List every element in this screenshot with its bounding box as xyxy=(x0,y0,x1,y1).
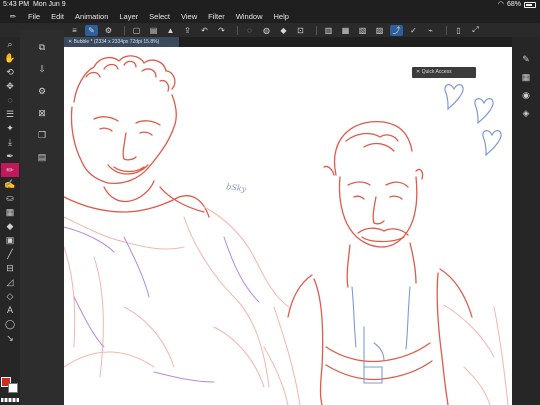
undo-icon[interactable]: ↶ xyxy=(198,25,211,36)
decoration-icon[interactable]: ▦ xyxy=(1,205,19,219)
open-file-icon[interactable]: ▤ xyxy=(147,25,160,36)
settings-icon[interactable]: ⚙ xyxy=(102,25,115,36)
brush-size-icon[interactable]: ✎ xyxy=(513,51,539,67)
text-icon[interactable]: A xyxy=(1,303,19,317)
settings-icon[interactable]: ⚙ xyxy=(28,82,56,100)
frame-icon[interactable]: ◿ xyxy=(1,275,19,289)
fill-icon[interactable]: ◆ xyxy=(277,25,290,36)
layers-icon[interactable]: ⧉ xyxy=(28,38,56,56)
transform-icon[interactable]: ⊡ xyxy=(294,25,307,36)
snap-ruler-icon[interactable]: ▥ xyxy=(322,25,335,36)
save-icon[interactable]: ▲ xyxy=(164,25,177,36)
snap-grid-icon[interactable]: ▦ xyxy=(339,25,352,36)
sketch-artwork: bSky xyxy=(64,55,509,405)
ruler-icon[interactable]: ◇ xyxy=(1,289,19,303)
close-icon[interactable]: ✕ xyxy=(416,69,420,75)
close-icon[interactable]: ✕ xyxy=(68,39,72,45)
quick-access-label: Quick Access xyxy=(421,69,452,75)
status-right: ◠ 68% xyxy=(498,0,536,10)
sub-tool-panel: ⧉ ⇩ ⚙ ⊠ ❐ ▤ xyxy=(20,30,64,405)
menu-file[interactable]: File xyxy=(28,10,40,23)
copy-icon[interactable]: ❐ xyxy=(28,126,56,144)
toolbar-divider xyxy=(237,25,238,35)
snap-perspective-icon[interactable]: ▧ xyxy=(356,25,369,36)
balloon-icon[interactable]: ◯ xyxy=(1,317,19,331)
command-bar: ≡ ✎ ⚙ ▢ ▤ ▲ ⇪ ↶ ↷ ◌ ◍ ◆ ⊡ ▥ ▦ ▧ ▨ ⤴ ✓ ⌁ … xyxy=(0,23,540,37)
clear-icon[interactable]: ◍ xyxy=(260,25,273,36)
wifi-icon: ◠ xyxy=(497,1,504,8)
pencil-icon[interactable]: ✏ xyxy=(1,163,19,177)
transparent-color-bar[interactable] xyxy=(1,398,19,402)
menu-window[interactable]: Window xyxy=(236,10,263,23)
tool-palette: ⌕ ✋ ⟲ ✥ ◌ ☰ ✦ ⤓ ✒ ✏ ✍ ⛀ ▦ ◆ ▣ ╱ ⊟ ◿ ◇ A … xyxy=(0,37,20,405)
stabilizer-icon[interactable]: ⤴ xyxy=(390,24,403,36)
eyedropper-icon[interactable]: ⤓ xyxy=(1,135,19,149)
status-bar: 5:43 PM Mon Jun 9 ◠ 68% xyxy=(0,0,540,10)
layer-panel-icon[interactable]: ▤ xyxy=(28,148,56,166)
menu-select[interactable]: Select xyxy=(149,10,170,23)
toolbar-divider xyxy=(124,25,125,35)
export-icon[interactable]: ⇩ xyxy=(28,60,56,78)
menu-view[interactable]: View xyxy=(181,10,197,23)
menu-filter[interactable]: Filter xyxy=(208,10,225,23)
menu-help[interactable]: Help xyxy=(274,10,289,23)
menu-layer[interactable]: Layer xyxy=(119,10,138,23)
zoom-icon[interactable]: ⌕ xyxy=(1,37,19,51)
new-file-icon[interactable]: ▢ xyxy=(130,25,143,36)
fill-icon[interactable]: ▣ xyxy=(1,233,19,247)
delete-icon[interactable]: ⊠ xyxy=(28,104,56,122)
redo-icon[interactable]: ↷ xyxy=(215,25,228,36)
sub-color-swatch[interactable] xyxy=(8,383,18,393)
hamburger-menu-icon[interactable]: ≡ xyxy=(68,25,81,36)
lasso-icon[interactable]: ◌ xyxy=(1,93,19,107)
canvas-tab-title: Bubble * (2334 x 2334px 72dpi 15.8%) xyxy=(73,39,160,45)
layer-property-icon[interactable]: ◈ xyxy=(513,105,539,121)
correction-icon[interactable]: ↘ xyxy=(1,331,19,345)
brush-icon[interactable]: ✍ xyxy=(1,177,19,191)
gradient-icon[interactable]: ╱ xyxy=(1,247,19,261)
tablet-icon[interactable]: ▯ xyxy=(452,25,465,36)
export-icon[interactable]: ⇪ xyxy=(181,25,194,36)
navigator-icon[interactable]: ◉ xyxy=(513,87,539,103)
material-icon[interactable]: ▦ xyxy=(513,69,539,85)
battery-percent: 68% xyxy=(506,1,521,8)
pen-pressure-icon[interactable]: ⌁ xyxy=(424,25,437,36)
quick-access-window[interactable]: ✕ Quick Access xyxy=(412,67,476,78)
line-icon[interactable]: ⊟ xyxy=(1,261,19,275)
select-icon[interactable]: ☰ xyxy=(1,107,19,121)
wand-icon[interactable]: ✦ xyxy=(1,121,19,135)
canvas-tab[interactable]: ✕ Bubble * (2334 x 2334px 72dpi 15.8%) xyxy=(64,37,179,47)
fit-icon[interactable]: ⤢ xyxy=(469,25,482,36)
toolbar-divider xyxy=(316,25,317,35)
airbrush-icon[interactable]: ⛀ xyxy=(1,191,19,205)
menu-bar: ✏ File Edit Animation Layer Select View … xyxy=(0,10,540,23)
edit-icon[interactable]: ✎ xyxy=(85,24,98,36)
brush-option-icon[interactable]: ✓ xyxy=(407,25,420,36)
rotate-icon[interactable]: ⟲ xyxy=(1,65,19,79)
move-icon[interactable]: ✥ xyxy=(1,79,19,93)
snap-special-icon[interactable]: ▨ xyxy=(373,25,386,36)
toolbar-divider xyxy=(446,25,447,35)
status-time: 5:43 PM Mon Jun 9 xyxy=(3,1,66,8)
drawing-canvas[interactable]: bSky xyxy=(64,47,512,405)
signature-text: bSky xyxy=(226,182,248,194)
app-logo-icon[interactable]: ✏ xyxy=(6,10,20,23)
hand-icon[interactable]: ✋ xyxy=(1,51,19,65)
menu-edit[interactable]: Edit xyxy=(51,10,64,23)
menu-animation[interactable]: Animation xyxy=(75,10,108,23)
right-panel: ✎ ▦ ◉ ◈ xyxy=(512,37,540,405)
pen-icon[interactable]: ✒ xyxy=(1,149,19,163)
deselect-icon[interactable]: ◌ xyxy=(243,25,256,36)
battery-icon xyxy=(524,2,536,8)
eraser-icon[interactable]: ◆ xyxy=(1,219,19,233)
